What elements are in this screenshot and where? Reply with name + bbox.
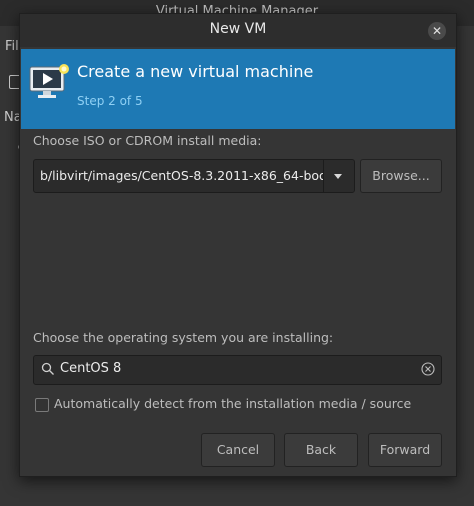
wizard-title: Create a new virtual machine [77,62,314,81]
browse-button[interactable]: Browse... [360,159,442,193]
forward-button[interactable]: Forward [368,433,442,467]
os-search-input[interactable]: CentOS 8 [33,355,442,385]
search-icon [41,362,54,375]
new-vm-dialog: New VM ✕ Create a new virtual machine St… [19,13,457,477]
cancel-button[interactable]: Cancel [201,433,275,467]
new-vm-monitor-icon [29,64,69,98]
clear-icon[interactable] [421,362,435,376]
install-media-label: Choose ISO or CDROM install media: [33,133,262,148]
wizard-header: Create a new virtual machine Step 2 of 5 [21,49,455,129]
iso-path-combobox[interactable]: b/libvirt/images/CentOS-8.3.2011-x86_64-… [33,159,355,193]
back-button[interactable]: Back [284,433,358,467]
parent-menu-file[interactable]: Fil [5,39,19,54]
auto-detect-label[interactable]: Automatically detect from the installati… [54,396,411,411]
os-label: Choose the operating system you are inst… [33,330,334,345]
iso-path-value[interactable]: b/libvirt/images/CentOS-8.3.2011-x86_64-… [40,168,353,183]
chevron-down-icon[interactable] [323,160,354,192]
close-icon[interactable]: ✕ [428,22,446,40]
os-search-value[interactable]: CentOS 8 [60,361,121,376]
dialog-titlebar[interactable]: New VM ✕ [20,14,456,47]
dialog-title: New VM [209,21,267,37]
auto-detect-checkbox[interactable] [35,398,49,412]
wizard-step: Step 2 of 5 [77,94,143,108]
